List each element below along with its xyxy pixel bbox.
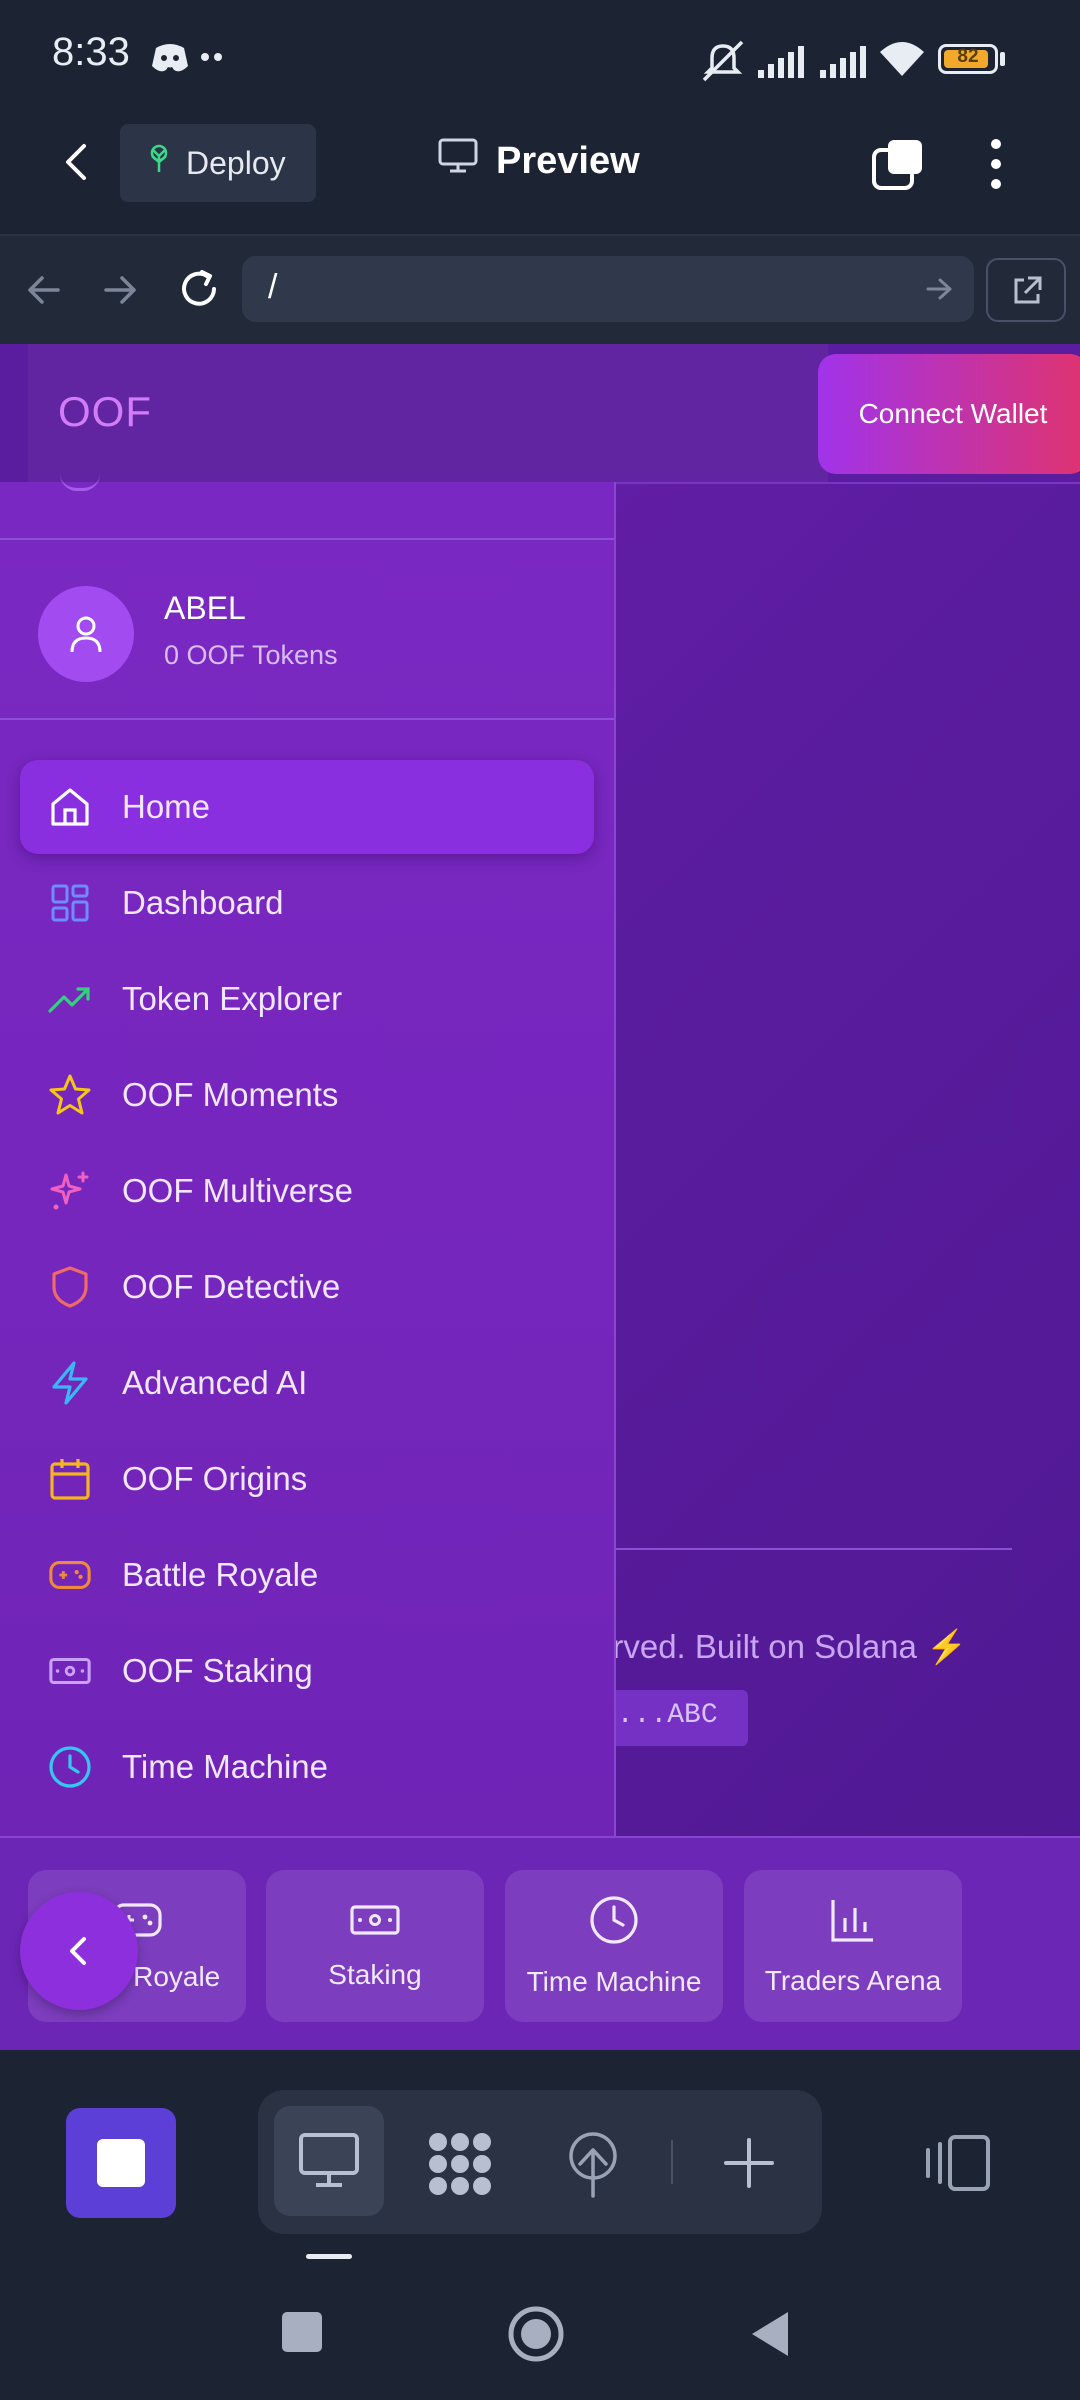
open-external-button[interactable] <box>986 258 1066 322</box>
connect-wallet-button[interactable]: Connect Wallet <box>818 354 1080 474</box>
nav-item-oof-origins[interactable]: OOF Origins <box>20 1432 594 1526</box>
web-viewport: erved. Built on Solana ⚡ 3...ABC OOF Con… <box>0 344 1080 2050</box>
contract-address: 3...ABC <box>594 1690 748 1746</box>
nav-label: OOF Multiverse <box>122 1172 354 1209</box>
url-input[interactable]: / <box>242 256 974 322</box>
battery-level: 82 <box>957 46 979 67</box>
nav-label: OOF Moments <box>122 1076 339 1113</box>
tabs-icon[interactable] <box>870 136 926 197</box>
signal-icon-1 <box>756 44 806 85</box>
mute-icon <box>700 38 746 89</box>
system-navigation <box>0 2270 1080 2400</box>
go-arrow-icon[interactable] <box>924 274 954 313</box>
quick-nav-bar: Battle Royale Staking Time Machine Trade… <box>0 1836 1080 2050</box>
editor-dock <box>0 2050 1080 2270</box>
sparkles-icon <box>48 1169 92 1213</box>
url-text: / <box>268 268 278 306</box>
home-button-icon[interactable] <box>506 2304 566 2369</box>
sidebar-nav: Home Dashboard Token Explorer OOF Moment… <box>0 482 614 1836</box>
stop-icon <box>97 2139 145 2187</box>
workspace-icon[interactable] <box>424 2128 496 2205</box>
app-bar: Deploy Preview <box>0 120 1080 236</box>
nav-item-token-explorer[interactable]: Token Explorer <box>20 952 594 1046</box>
back-icon[interactable] <box>56 140 100 184</box>
home-icon <box>48 785 92 829</box>
clock-icon <box>589 1895 639 1952</box>
nav-label: Battle Royale <box>122 1556 319 1593</box>
site-header: OOF Connect Wallet <box>0 344 1080 484</box>
stop-button[interactable] <box>66 2108 176 2218</box>
grid-icon <box>48 881 92 925</box>
more-options-icon[interactable] <box>984 138 1008 195</box>
trending-up-icon <box>48 977 92 1021</box>
recents-icon[interactable] <box>282 2312 322 2352</box>
quick-nav-traders-arena[interactable]: Traders Arena <box>744 1870 962 2022</box>
preview-view-button[interactable] <box>274 2106 384 2216</box>
nav-label: OOF Origins <box>122 1460 308 1497</box>
status-time: 8:33 <box>52 30 130 74</box>
battery-tip <box>1000 52 1005 66</box>
monitor-icon <box>299 2133 359 2187</box>
deploy-button[interactable]: Deploy <box>120 124 316 202</box>
zap-icon <box>48 1361 92 1405</box>
nav-label: OOF Detective <box>122 1268 341 1305</box>
deploy-publish-icon[interactable] <box>560 2128 626 2205</box>
nav-item-home[interactable]: Home <box>20 760 594 854</box>
nav-item-battle-royale[interactable]: Battle Royale <box>20 1528 594 1622</box>
footer-copyright: erved. Built on Solana ⚡ <box>594 1628 968 1665</box>
nav-label: OOF Staking <box>122 1652 313 1689</box>
add-icon[interactable] <box>722 2136 776 2195</box>
gesture-bar <box>306 2254 352 2259</box>
site-logo[interactable]: OOF <box>58 388 152 436</box>
gamepad-icon <box>48 1553 92 1597</box>
nav-item-advanced-ai[interactable]: Advanced AI <box>20 1336 594 1430</box>
bar-chart-icon <box>829 1896 877 1951</box>
wifi-icon <box>878 38 926 85</box>
status-bar: 8:33 82 <box>0 0 1080 120</box>
shield-icon <box>48 1265 92 1309</box>
signal-icon-2 <box>818 44 868 85</box>
battery-icon: 82 <box>938 44 998 74</box>
system-back-icon[interactable] <box>748 2310 790 2363</box>
nav-label: Home <box>122 788 211 825</box>
dock-divider <box>671 2140 673 2184</box>
nav-label: Advanced AI <box>122 1364 308 1401</box>
nav-label: Time Machine <box>122 1748 329 1785</box>
browser-forward-icon[interactable] <box>100 270 140 315</box>
collapse-sidebar-button[interactable] <box>20 1892 138 2010</box>
nav-item-dashboard[interactable]: Dashboard <box>20 856 594 950</box>
star-icon <box>48 1073 92 1117</box>
calendar-icon <box>48 1457 92 1501</box>
quick-nav-label: Traders Arena <box>764 1964 942 1996</box>
clock-icon <box>48 1745 92 1789</box>
nav-item-time-machine[interactable]: Time Machine <box>20 1720 594 1814</box>
browser-toolbar: / <box>0 236 1080 346</box>
deploy-icon <box>144 144 174 182</box>
quick-nav-label: Time Machine <box>526 1965 702 1997</box>
reload-icon[interactable] <box>176 266 222 317</box>
more-notifications-icon <box>200 50 224 69</box>
nav-item-oof-detective[interactable]: OOF Detective <box>20 1240 594 1334</box>
external-link-icon <box>1010 274 1044 313</box>
footer-divider <box>614 1548 1012 1550</box>
page-title: Preview <box>496 139 640 182</box>
discord-notification-icon <box>150 40 190 81</box>
banknote-icon <box>48 1649 92 1693</box>
browser-back-icon[interactable] <box>24 270 64 315</box>
nav-label: Token Explorer <box>122 980 343 1017</box>
banknote-icon <box>349 1902 401 1945</box>
quick-nav-label: Staking <box>328 1958 422 1990</box>
sidebar: ABEL 0 OOF Tokens Home Dashboard Token E… <box>0 482 616 1836</box>
nav-item-oof-multiverse[interactable]: OOF Multiverse <box>20 1144 594 1238</box>
monitor-icon <box>438 138 478 184</box>
device-toggle-icon[interactable] <box>924 2134 992 2197</box>
quick-nav-time-machine[interactable]: Time Machine <box>505 1870 723 2022</box>
preview-tab[interactable]: Preview <box>438 138 640 184</box>
nav-item-oof-staking[interactable]: OOF Staking <box>20 1624 594 1718</box>
deploy-label: Deploy <box>186 144 286 181</box>
chevron-left-icon <box>70 1937 86 1965</box>
nav-item-oof-moments[interactable]: OOF Moments <box>20 1048 594 1142</box>
quick-nav-staking[interactable]: Staking <box>266 1870 484 2022</box>
nav-label: Dashboard <box>122 884 284 921</box>
